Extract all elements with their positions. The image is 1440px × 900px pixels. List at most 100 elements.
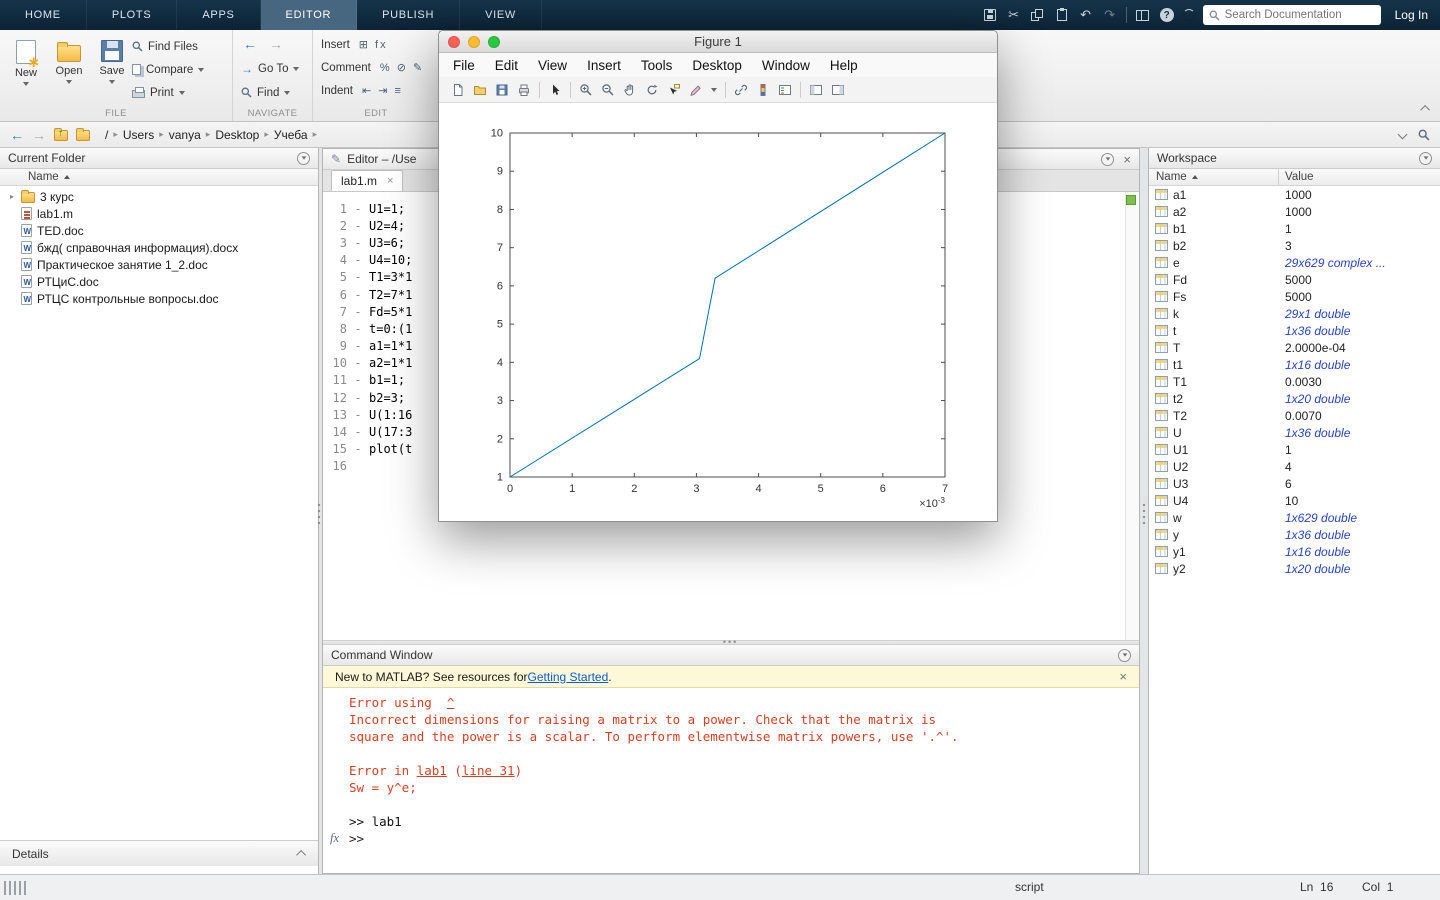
pointer-icon[interactable] <box>548 81 562 99</box>
copy-icon[interactable] <box>1030 6 1046 24</box>
address-dropdown-icon[interactable] <box>1398 130 1408 140</box>
error-link[interactable]: ^ <box>447 695 455 710</box>
redo-icon[interactable]: ↷ <box>1102 6 1118 24</box>
resize-grip[interactable] <box>4 881 26 895</box>
breakpoint-margin[interactable]: - <box>347 391 369 405</box>
workspace-variable-row[interactable]: y2 1x20 double <box>1149 560 1440 577</box>
breadcrumb-segment[interactable]: / <box>102 128 111 142</box>
edit-tool-row[interactable]: Comment % ⊘ ✎ <box>321 60 424 75</box>
panel-menu-icon[interactable] <box>297 152 310 165</box>
error-link[interactable]: line 31 <box>462 763 515 778</box>
editor-scrollbar[interactable] <box>1125 192 1139 640</box>
file-row[interactable]: Практическое занятие 1_2.doc <box>0 256 318 273</box>
edit-tool-row[interactable]: Indent ⇤ ⇥ ≡ <box>321 83 424 98</box>
undo-icon[interactable]: ↶ <box>1078 6 1094 24</box>
workspace-variable-row[interactable]: a1 1000 <box>1149 186 1440 203</box>
cut-icon[interactable]: ✂ <box>1006 6 1022 24</box>
file-row[interactable]: TED.doc <box>0 222 318 239</box>
find-files-button[interactable]: Find Files <box>132 39 204 54</box>
edit-tool-row[interactable]: Insert ⊞ fx <box>321 37 424 52</box>
workspace-variable-row[interactable]: y 1x36 double <box>1149 526 1440 543</box>
breakpoint-margin[interactable]: - <box>347 202 369 216</box>
workspace-variable-row[interactable]: U2 4 <box>1149 458 1440 475</box>
edit-tool-icons[interactable]: ⇤ ⇥ ≡ <box>362 84 403 97</box>
new-figure-icon[interactable] <box>451 81 465 99</box>
left-panel-splitter[interactable] <box>317 502 321 528</box>
breakpoint-margin[interactable]: - <box>347 425 369 439</box>
search-folder-icon[interactable] <box>1418 129 1430 141</box>
breadcrumb-segment[interactable]: Users <box>120 128 157 142</box>
menu-item[interactable]: Window <box>752 58 820 73</box>
workspace-variable-row[interactable]: b1 1 <box>1149 220 1440 237</box>
help-icon[interactable]: ? <box>1159 6 1175 24</box>
workspace-variable-row[interactable]: t1 1x16 double <box>1149 356 1440 373</box>
ribbon-tab[interactable]: APPS <box>177 0 260 30</box>
breadcrumb-segment[interactable]: vanya <box>166 128 204 142</box>
getting-started-link[interactable]: Getting Started <box>528 670 609 684</box>
new-button[interactable]: New <box>6 35 46 101</box>
workspace-variable-row[interactable]: e 29x629 complex ... <box>1149 254 1440 271</box>
brush-icon[interactable] <box>689 81 703 99</box>
search-documentation-box[interactable] <box>1203 5 1381 25</box>
breakpoint-margin[interactable]: - <box>347 236 369 250</box>
zoom-in-icon[interactable] <box>579 81 593 99</box>
print-figure-icon[interactable] <box>517 81 531 99</box>
desktop-layout-icon[interactable] <box>1135 6 1151 24</box>
menu-item[interactable]: Edit <box>485 58 528 73</box>
breakpoint-margin[interactable]: - <box>347 219 369 233</box>
search-input[interactable] <box>1225 9 1375 21</box>
save-button[interactable]: Save <box>92 35 132 101</box>
expand-arrow-icon[interactable]: ▸ <box>8 192 16 201</box>
panel-menu-icon[interactable] <box>1118 649 1131 662</box>
workspace-variable-row[interactable]: t2 1x20 double <box>1149 390 1440 407</box>
navigate-back-icon[interactable]: ← <box>243 36 257 52</box>
file-row[interactable]: lab1.m <box>0 205 318 222</box>
ribbon-tab[interactable]: PLOTS <box>87 0 178 30</box>
file-row[interactable]: ▸ 3 курс <box>0 188 318 205</box>
minimize-window-button[interactable] <box>468 36 480 48</box>
file-row[interactable]: бжд( справочная информация).docx <box>0 239 318 256</box>
command-prompt[interactable]: >> <box>349 831 364 846</box>
insert-legend-icon[interactable] <box>778 81 792 99</box>
workspace-variable-row[interactable]: y1 1x16 double <box>1149 543 1440 560</box>
breakpoint-margin[interactable]: - <box>347 322 369 336</box>
open-button[interactable]: Open <box>49 35 89 101</box>
workspace-column-headers[interactable]: Name Value <box>1149 169 1440 186</box>
zoom-window-button[interactable] <box>488 36 500 48</box>
open-file-icon[interactable] <box>473 81 487 99</box>
rotate-3d-icon[interactable] <box>645 81 659 99</box>
pan-hand-icon[interactable] <box>623 81 637 99</box>
workspace-variable-row[interactable]: k 29x1 double <box>1149 305 1440 322</box>
paste-icon[interactable] <box>1054 6 1070 24</box>
insert-colorbar-icon[interactable] <box>756 81 770 99</box>
name-column-header[interactable]: Name <box>0 169 318 186</box>
workspace-variable-row[interactable]: U3 6 <box>1149 475 1440 492</box>
details-bar[interactable]: Details <box>0 840 318 866</box>
forward-icon[interactable]: → <box>32 127 46 143</box>
show-plot-tools-icon[interactable] <box>831 81 845 99</box>
edit-tool-icons[interactable]: % ⊘ ✎ <box>380 61 424 74</box>
file-row[interactable]: РТЦС контрольные вопросы.doc <box>0 290 318 307</box>
compare-button[interactable]: Compare <box>132 62 204 77</box>
close-window-button[interactable] <box>448 36 460 48</box>
panel-menu-icon[interactable] <box>1419 152 1432 165</box>
breadcrumb-segment[interactable]: Учеба <box>271 128 311 142</box>
breakpoint-margin[interactable]: - <box>347 408 369 422</box>
workspace-variable-row[interactable]: Fs 5000 <box>1149 288 1440 305</box>
back-icon[interactable]: ← <box>10 127 24 143</box>
collapse-ribbon-icon[interactable] <box>1423 101 1430 115</box>
workspace-variable-row[interactable]: w 1x629 double <box>1149 509 1440 526</box>
workspace-variable-row[interactable]: T 2.0000e-04 <box>1149 339 1440 356</box>
breakpoint-margin[interactable]: - <box>347 270 369 284</box>
figure-canvas[interactable]: 0123456712345678910×10-3 <box>439 103 997 521</box>
ribbon-tab[interactable]: VIEW <box>460 0 542 30</box>
menu-item[interactable]: Tools <box>631 58 683 73</box>
command-output[interactable]: Error using ^ Incorrect dimensions for r… <box>323 688 1139 874</box>
workspace-variable-row[interactable]: U4 10 <box>1149 492 1440 509</box>
ribbon-tab[interactable]: HOME <box>0 0 87 30</box>
editor-command-splitter[interactable]: ••• <box>323 640 1139 645</box>
breakpoint-margin[interactable]: - <box>347 253 369 267</box>
browse-folder-icon[interactable] <box>76 130 90 141</box>
workspace-variable-row[interactable]: b2 3 <box>1149 237 1440 254</box>
workspace-variable-row[interactable]: T1 0.0030 <box>1149 373 1440 390</box>
